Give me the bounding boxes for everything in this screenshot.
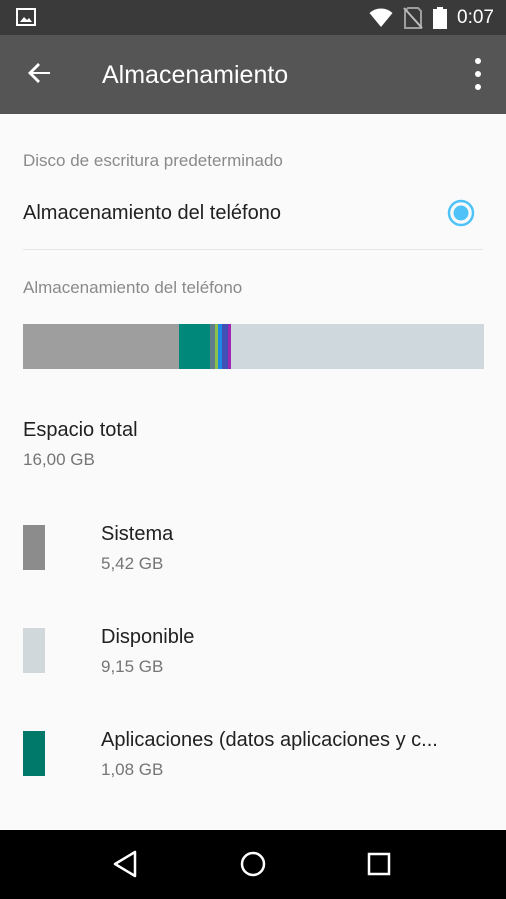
recents-square-icon[interactable] <box>363 848 395 880</box>
legend-label: Disponible <box>101 626 195 648</box>
no-sim-icon <box>403 6 423 29</box>
legend-item-sistema[interactable]: Sistema 5,42 GB <box>0 519 506 589</box>
legend-value: 1,08 GB <box>101 760 164 779</box>
navigation-bar <box>0 830 506 899</box>
more-vert-icon[interactable] <box>468 55 488 93</box>
usage-segment-disponible <box>230 324 484 369</box>
legend-swatch <box>23 731 45 776</box>
total-space-label: Espacio total <box>23 419 138 441</box>
legend-value: 9,15 GB <box>101 657 164 676</box>
usage-segment-sistema <box>23 324 180 369</box>
wifi-icon <box>369 8 393 27</box>
page-title: Almacenamiento <box>102 61 289 89</box>
radio-selected-icon[interactable] <box>446 198 476 228</box>
legend-label: Aplicaciones (datos aplicaciones y c... <box>101 729 438 751</box>
total-space[interactable]: Espacio total 16,00 GB <box>0 409 506 479</box>
image-notification-icon <box>16 8 36 26</box>
default-disk-header: Disco de escritura predeterminado <box>23 151 283 170</box>
storage-usage-bar <box>23 324 484 369</box>
home-circle-icon[interactable] <box>237 848 269 880</box>
default-disk-option[interactable]: Almacenamiento del teléfono <box>0 184 506 246</box>
battery-icon <box>433 6 448 29</box>
legend-swatch <box>23 628 45 673</box>
legend-swatch <box>23 525 45 570</box>
arrow-back-icon[interactable] <box>24 57 56 89</box>
app-bar: Almacenamiento <box>0 35 506 114</box>
total-space-value: 16,00 GB <box>23 450 95 469</box>
legend-item-aplicaciones[interactable]: Aplicaciones (datos aplicaciones y c... … <box>0 725 506 795</box>
phone-storage-header: Almacenamiento del teléfono <box>23 278 243 297</box>
status-clock: 0:07 <box>457 6 494 28</box>
legend-item-disponible[interactable]: Disponible 9,15 GB <box>0 622 506 692</box>
legend-value: 5,42 GB <box>101 554 164 573</box>
usage-segment-aplicaciones <box>179 324 211 369</box>
divider <box>23 249 483 250</box>
default-disk-option-label: Almacenamiento del teléfono <box>23 202 281 224</box>
status-bar: 0:07 <box>0 0 506 35</box>
legend-label: Sistema <box>101 523 174 545</box>
back-triangle-icon[interactable] <box>110 848 142 880</box>
storage-settings: Disco de escritura predeterminado Almace… <box>0 114 506 830</box>
